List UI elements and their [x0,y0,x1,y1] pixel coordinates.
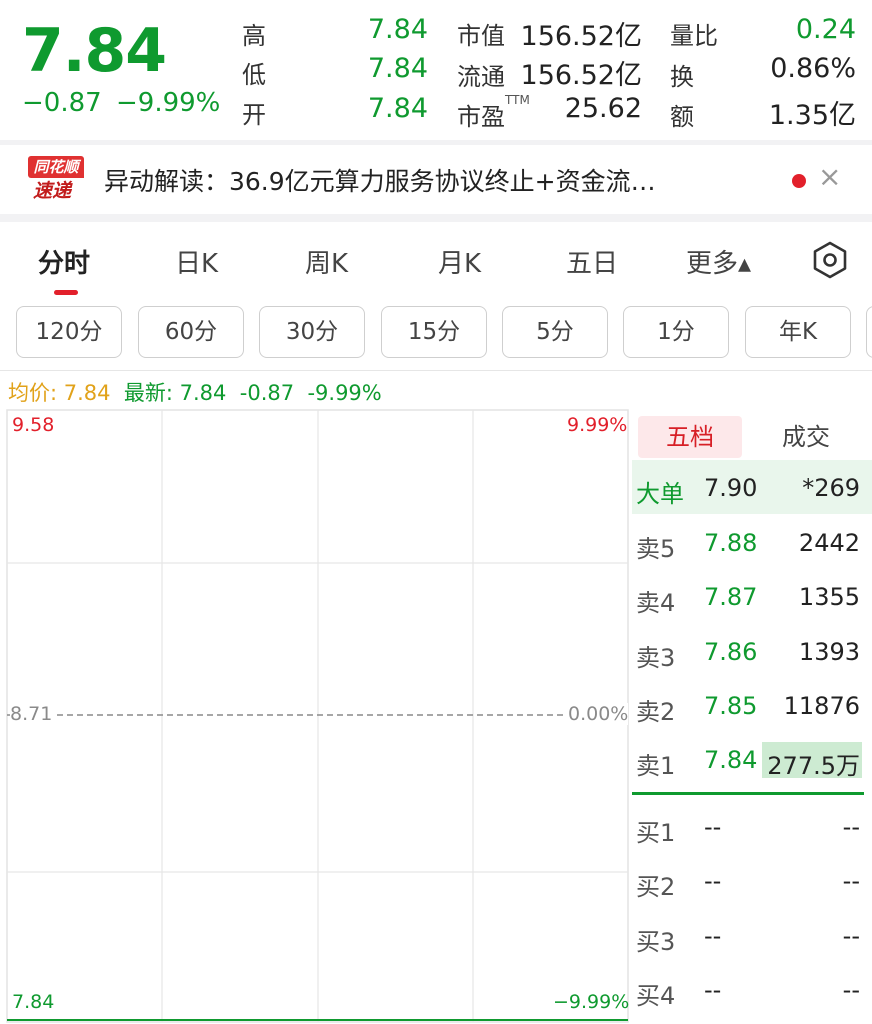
chip-5min[interactable]: 5分 [502,306,608,358]
y-axis-top-price: 9.58 [12,414,55,436]
ask-volume: 2442 [798,529,860,557]
active-tab-indicator [54,290,78,295]
chip-1min[interactable]: 1分 [623,306,729,358]
bid-price: -- [704,813,722,841]
tab-five-levels[interactable]: 五档 [638,416,742,458]
stat-label-high: 高 [242,22,266,50]
ask-price: 7.86 [704,638,758,666]
ask-label: 卖3 [636,644,676,672]
close-icon[interactable]: × [818,160,841,193]
price-change-percent: −9.99% [116,88,221,118]
big-order-volume: *269 [802,474,860,502]
stat-label-low: 低 [242,61,266,89]
y-axis-bottom-price: 7.84 [12,991,55,1013]
stat-value-high: 7.84 [367,14,428,45]
chart-legend: 均价: 7.84 最新: 7.84 -0.87 -9.99% [8,377,382,407]
tonghuashun-express-logo: 同花顺 速递 [26,156,84,204]
chip-60min[interactable]: 60分 [138,306,244,358]
stat-label-turnover: 换 [670,63,694,91]
stat-value-turnover: 0.86% [770,53,856,84]
ask-label: 卖4 [636,589,676,617]
stat-label-amount: 额 [670,103,694,131]
ask-price: 7.87 [704,583,758,611]
ask-price: 7.85 [704,692,758,720]
chip-120min[interactable]: 120分 [16,306,122,358]
divider [0,370,872,371]
ask-volume: 1355 [798,583,860,611]
stat-label-volume-ratio: 量比 [670,22,718,50]
chip-15min[interactable]: 15分 [381,306,487,358]
ask-label: 卖2 [636,698,676,726]
y-axis-top-percent: 9.99% [567,414,628,436]
ask-label: 卖1 [636,752,676,780]
tab-trades[interactable]: 成交 [756,416,856,458]
bid-label: 买2 [636,873,676,901]
chip-overflow[interactable] [866,306,872,358]
stat-label-pe: 市盈TTM [457,93,530,131]
divider [0,214,872,222]
stat-value-pe: 25.62 [564,93,642,124]
stat-label-float-cap: 流通 [457,63,505,91]
big-order-price: 7.90 [704,474,758,502]
legend-average-price: 均价: 7.84 [8,381,111,405]
tab-weekly-k[interactable]: 周K [305,243,348,280]
bid-price: -- [704,867,722,895]
last-price: 7.84 [22,16,167,86]
bid-volume: -- [842,922,860,950]
stat-value-market-cap: 156.52亿 [520,21,642,52]
legend-latest-price: 最新: 7.84 [123,381,227,405]
legend-change: -0.87 [239,381,295,405]
stat-label-open: 开 [242,101,266,129]
bid-volume: -- [842,976,860,1004]
chip-30min[interactable]: 30分 [259,306,365,358]
stat-value-low: 7.84 [367,53,428,84]
tab-intraday[interactable]: 分时 [38,243,90,280]
y-axis-mid-price: 8.71 [10,703,56,725]
chip-yearly-k[interactable]: 年K [745,306,851,358]
tab-monthly-k[interactable]: 月K [438,243,481,280]
bid-price: -- [704,976,722,1004]
ask-bid-divider [632,792,864,795]
bid-price: -- [704,922,722,950]
price-change: −0.87 [22,88,102,118]
bid-label: 买4 [636,982,676,1010]
y-axis-bottom-percent: −9.99% [553,991,630,1013]
bid-label: 买3 [636,928,676,956]
ask-label: 卖5 [636,535,676,563]
news-headline[interactable]: 异动解读：36.9亿元算力服务协议终止+资金流… [104,162,656,198]
hexagon-gear-icon[interactable] [808,238,852,282]
intraday-chart[interactable] [0,408,632,1024]
stat-value-volume-ratio: 0.24 [795,14,856,45]
stat-value-amount: 1.35亿 [768,100,856,131]
pe-ttm-superscript: TTM [505,93,530,107]
stat-value-float-cap: 156.52亿 [520,60,642,91]
bid-volume: -- [842,813,860,841]
bid-volume: -- [842,867,860,895]
news-banner[interactable]: 同花顺 速递 异动解读：36.9亿元算力服务协议终止+资金流… [0,145,872,215]
legend-change-percent: -9.99% [307,381,382,405]
unread-dot-icon [792,174,806,188]
tab-five-day[interactable]: 五日 [566,243,618,280]
ask-price: 7.88 [704,529,758,557]
ask-price: 7.84 [704,746,758,774]
y-axis-mid-percent: 0.00% [566,703,629,725]
bid-label: 买1 [636,819,676,847]
big-order-label: 大单 [636,480,684,508]
stat-value-open: 7.84 [367,93,428,124]
ask-volume: 1393 [798,638,860,666]
ask-volume: 11876 [783,692,860,720]
quote-header: 7.84 −0.87 −9.99% 高 7.84 低 7.84 开 7.84 市… [0,0,872,142]
ask-volume: 277.5万 [767,752,860,780]
stat-label-market-cap: 市值 [457,22,505,50]
tab-more[interactable]: 更多▴ [686,243,751,280]
tab-daily-k[interactable]: 日K [175,243,218,280]
